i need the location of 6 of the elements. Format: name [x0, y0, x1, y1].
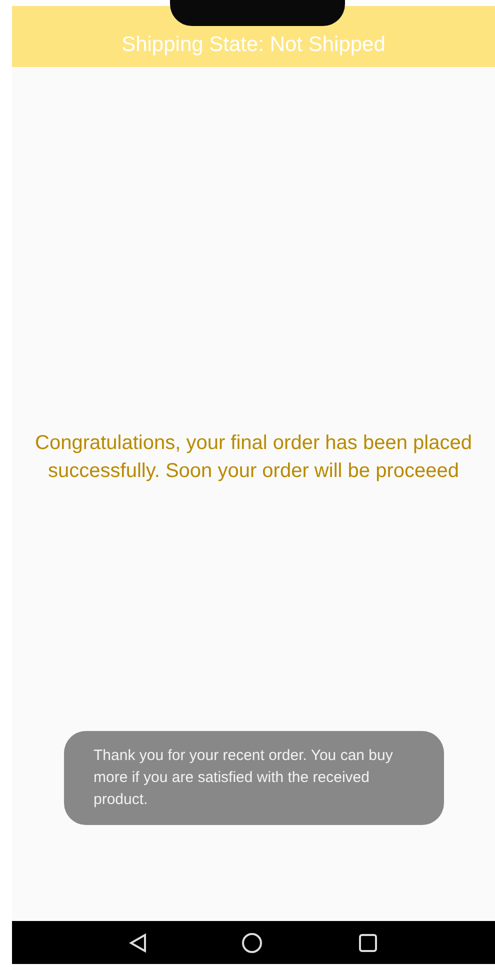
confirmation-message: Congratulations, your final order has been placed successfully. Soon your order will be proceeed — [34, 431, 473, 484]
recents-icon[interactable] — [358, 932, 378, 952]
home-icon[interactable] — [241, 932, 264, 954]
toast-message: Thank you for your recent order. You can buy more if you are satisfied with the received product. — [64, 731, 444, 825]
shipping-state-title: Shipping State: Not Shipped — [122, 33, 386, 57]
back-icon[interactable] — [129, 932, 148, 952]
